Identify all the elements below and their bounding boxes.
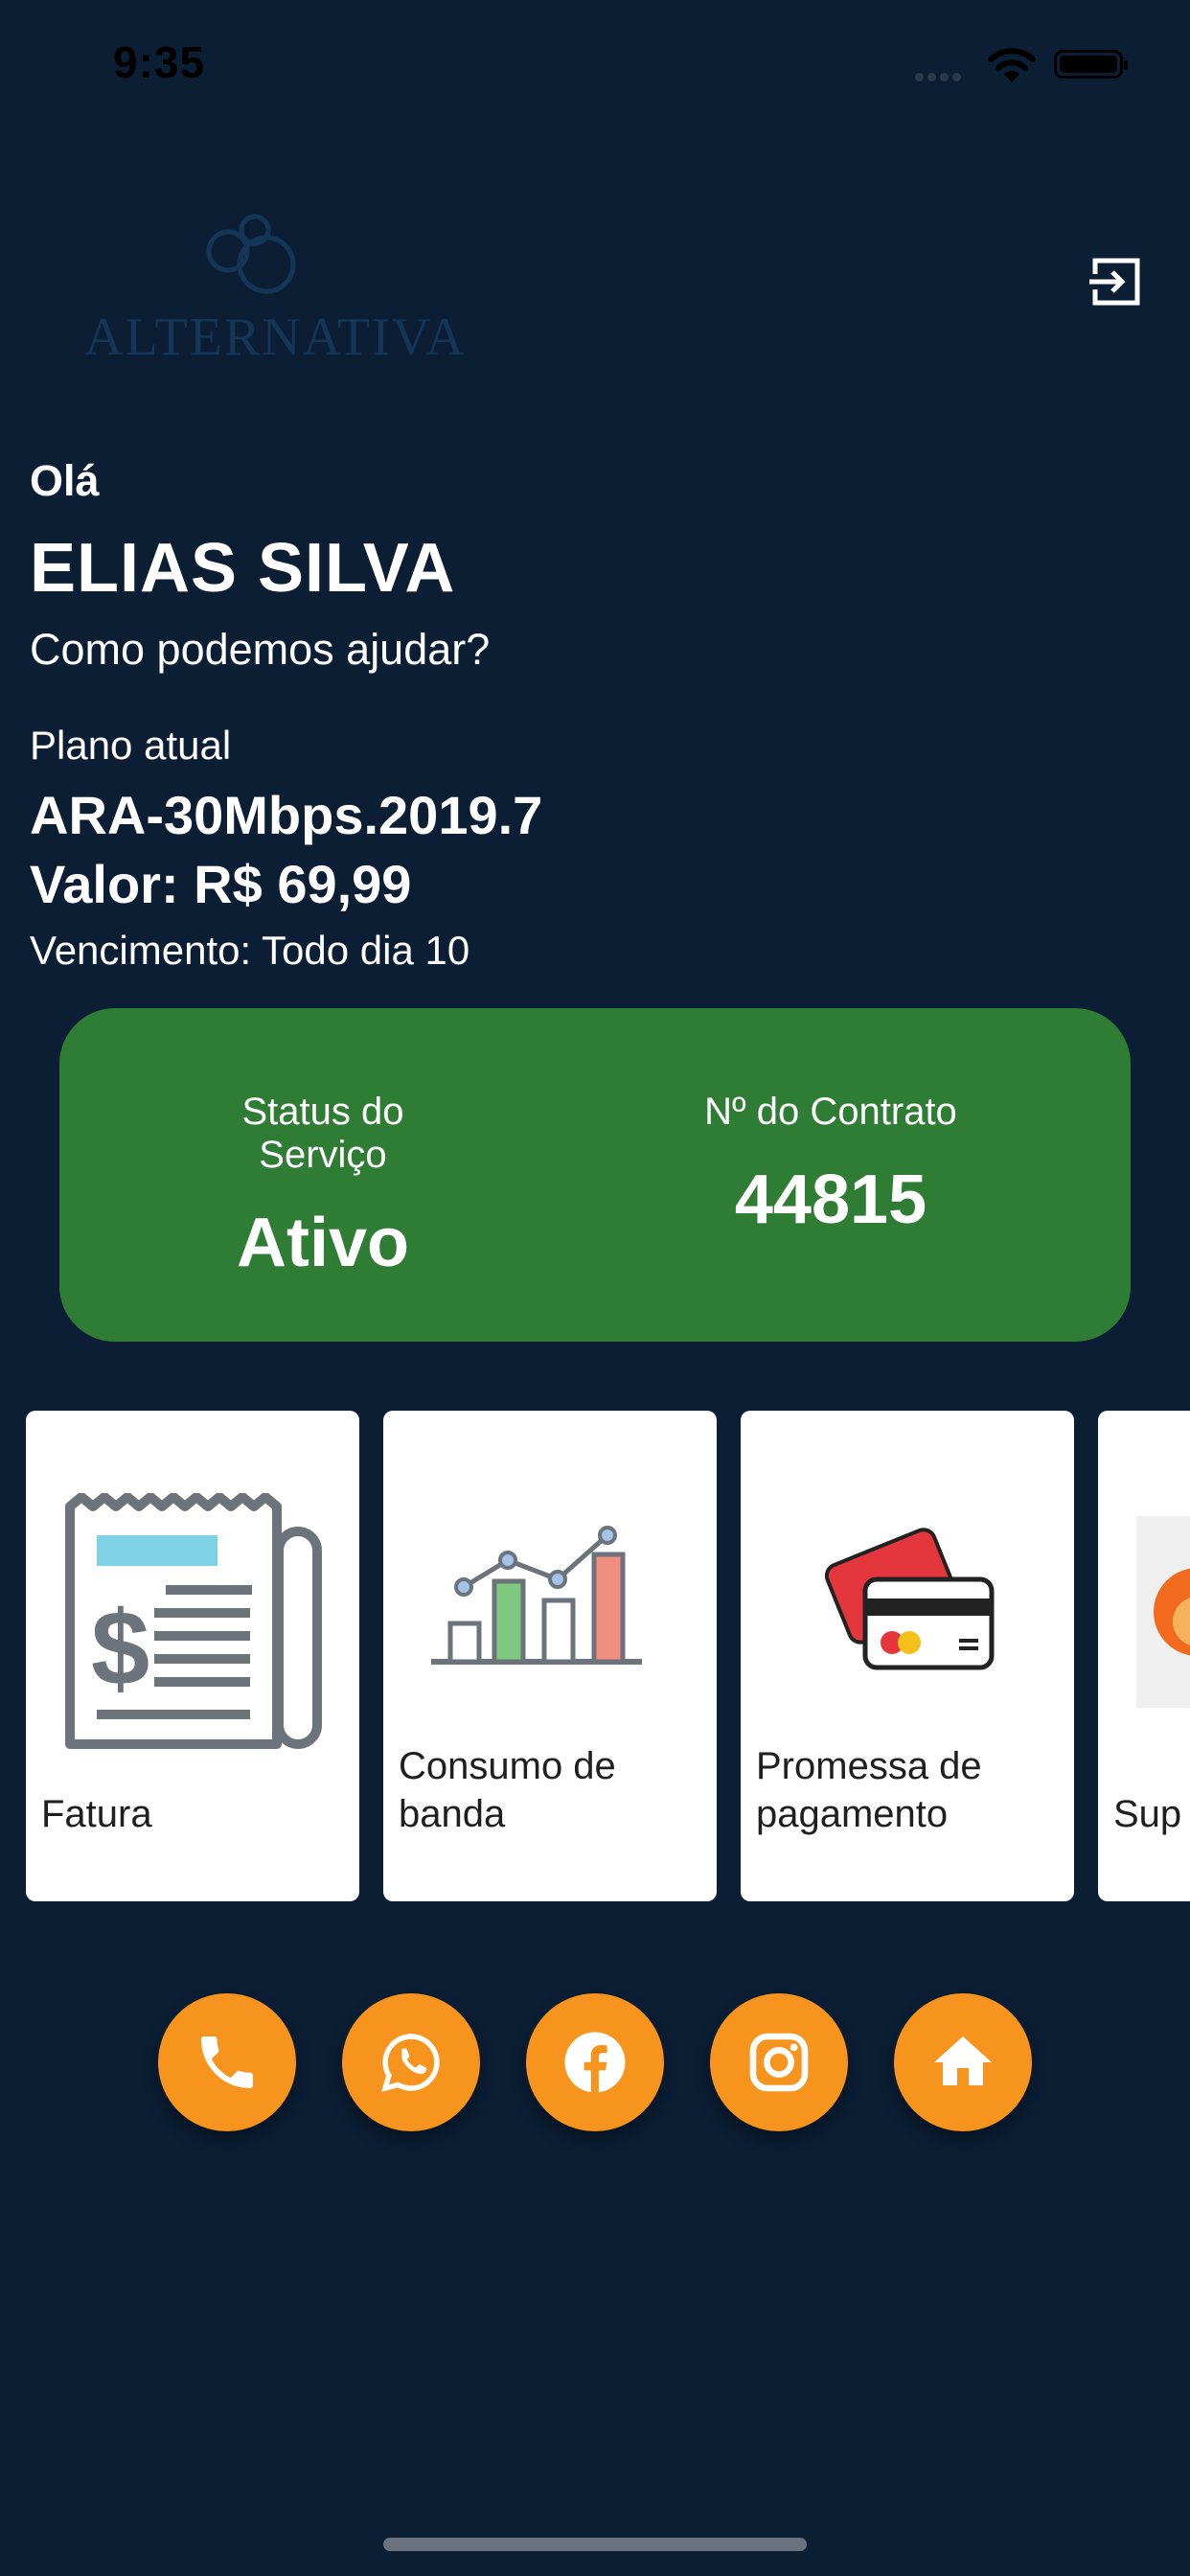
- tile-label: Consumo de banda: [399, 1745, 616, 1835]
- plan-due: Vencimento: Todo dia 10: [30, 928, 470, 973]
- support-icon: [1136, 1516, 1190, 1708]
- contract-label: Nº do Contrato: [704, 1091, 957, 1133]
- plan-label: Plano atual: [30, 723, 232, 768]
- service-status-label: Status do Serviço: [241, 1091, 404, 1176]
- facebook-icon: [564, 2032, 626, 2093]
- tile-label: Fatura: [41, 1793, 152, 1835]
- plan-name: ARA-30Mbps.2019.7: [30, 785, 543, 845]
- bandwidth-chart-icon: [431, 1526, 642, 1665]
- instagram-button[interactable]: [710, 1993, 848, 2131]
- plan-value: Valor: R$ 69,99: [30, 854, 412, 914]
- home-button[interactable]: [894, 1993, 1032, 2131]
- whatsapp-button[interactable]: [342, 1993, 480, 2131]
- whatsapp-icon: [381, 2034, 440, 2092]
- payment-cards-icon: [824, 1528, 995, 1670]
- tile-suporte[interactable]: Sup: [1098, 1411, 1190, 1901]
- greeting-hello: Olá: [30, 456, 100, 505]
- services-carousel[interactable]: $ Fatura Consumo de banda Promessa de pa…: [26, 1411, 1190, 1903]
- logout-icon[interactable]: [1087, 253, 1145, 310]
- tile-label: Promessa de pagamento: [756, 1745, 982, 1835]
- facebook-button[interactable]: [526, 1993, 664, 2131]
- logo-text: ALTERNATIVA: [84, 308, 467, 367]
- signal-icon: [915, 69, 965, 86]
- tile-label: Sup: [1113, 1793, 1182, 1835]
- service-status-value: Ativo: [237, 1205, 409, 1281]
- tile-promessa-pagamento[interactable]: Promessa de pagamento: [741, 1411, 1074, 1901]
- service-status-card: Status do Serviço Ativo Nº do Contrato 4…: [59, 1008, 1131, 1342]
- tile-consumo-banda[interactable]: Consumo de banda: [383, 1411, 717, 1901]
- wifi-icon: [987, 48, 1037, 89]
- phone-button[interactable]: [158, 1993, 296, 2131]
- invoice-icon: $: [65, 1493, 322, 1749]
- user-name: ELIAS SILVA: [30, 530, 456, 607]
- svg-text:$: $: [91, 1590, 149, 1708]
- instagram-icon: [749, 2033, 809, 2092]
- tile-fatura[interactable]: $ Fatura: [26, 1411, 359, 1901]
- home-indicator: [383, 2538, 807, 2551]
- phone-icon: [201, 2036, 253, 2088]
- status-time: 9:35: [113, 37, 206, 87]
- home-icon: [934, 2036, 992, 2085]
- help-prompt: Como podemos ajudar?: [30, 625, 491, 674]
- contract-value: 44815: [734, 1162, 927, 1238]
- battery-icon: [1054, 50, 1128, 79]
